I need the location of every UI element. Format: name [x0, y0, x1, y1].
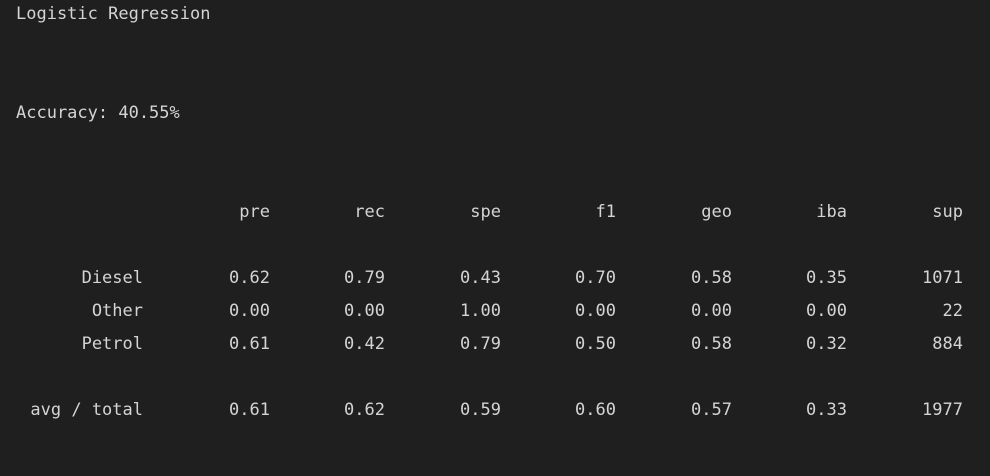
total-rec: 0.62: [344, 400, 385, 420]
row-label-diesel: Diesel: [81, 268, 143, 288]
other-spe: 1.00: [460, 301, 501, 321]
total-geo: 0.57: [691, 400, 732, 420]
diesel-spe: 0.43: [460, 268, 501, 288]
notebook-output: Logistic Regression Accuracy: 40.55% pre…: [0, 0, 990, 476]
petrol-sup: 884: [932, 334, 963, 354]
other-geo: 0.00: [691, 301, 732, 321]
row-label-other: Other: [91, 301, 143, 321]
diesel-iba: 0.35: [806, 268, 847, 288]
header-pre: pre: [239, 202, 270, 222]
petrol-iba: 0.32: [806, 334, 847, 354]
total-f1: 0.60: [575, 400, 616, 420]
other-sup: 22: [942, 301, 963, 321]
diesel-sup: 1071: [922, 268, 963, 288]
classification-report: pre rec spe f1 geo iba sup Diesel 0.62 0…: [0, 0, 990, 476]
other-f1: 0.00: [575, 301, 616, 321]
petrol-pre: 0.61: [229, 334, 270, 354]
petrol-f1: 0.50: [575, 334, 616, 354]
other-rec: 0.00: [344, 301, 385, 321]
row-label-total: avg / total: [30, 400, 143, 420]
petrol-geo: 0.58: [691, 334, 732, 354]
diesel-geo: 0.58: [691, 268, 732, 288]
total-sup: 1977: [922, 400, 963, 420]
diesel-pre: 0.62: [229, 268, 270, 288]
petrol-spe: 0.79: [460, 334, 501, 354]
header-sup: sup: [932, 202, 963, 222]
petrol-rec: 0.42: [344, 334, 385, 354]
total-spe: 0.59: [460, 400, 501, 420]
total-iba: 0.33: [806, 400, 847, 420]
row-label-petrol: Petrol: [81, 334, 143, 354]
diesel-rec: 0.79: [344, 268, 385, 288]
header-geo: geo: [701, 202, 732, 222]
header-spe: spe: [470, 202, 501, 222]
header-rec: rec: [354, 202, 385, 222]
total-pre: 0.61: [229, 400, 270, 420]
other-iba: 0.00: [806, 301, 847, 321]
header-iba: iba: [816, 202, 847, 222]
diesel-f1: 0.70: [575, 268, 616, 288]
header-f1: f1: [595, 202, 616, 222]
other-pre: 0.00: [229, 301, 270, 321]
